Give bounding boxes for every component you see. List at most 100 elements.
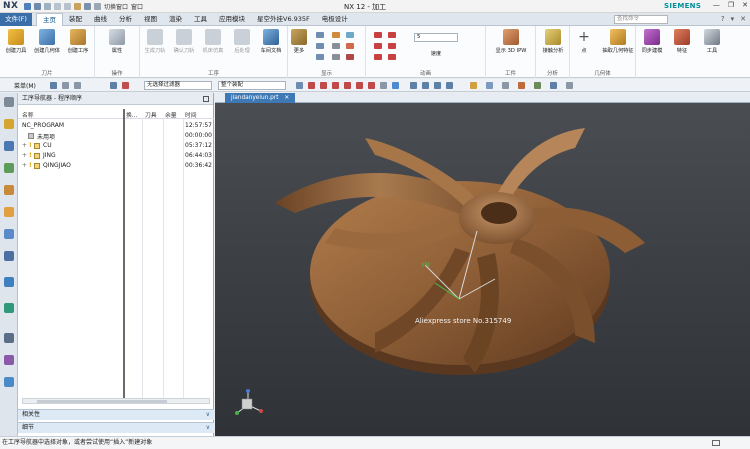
zoom-icon[interactable] — [422, 82, 429, 89]
display-resource-icon[interactable] — [332, 32, 340, 38]
column-name[interactable]: 名称 — [22, 110, 34, 119]
rotate-icon[interactable] — [434, 82, 441, 89]
machine-simulation-button[interactable]: 机床仿真 — [199, 29, 227, 54]
paste-icon[interactable] — [74, 3, 81, 10]
machine-tool-view-icon[interactable] — [4, 141, 14, 151]
repeat-command-icon[interactable] — [84, 3, 91, 10]
snap-end-icon[interactable] — [308, 82, 315, 89]
settings-gear-icon[interactable] — [4, 97, 14, 107]
display-line-icon[interactable] — [346, 54, 354, 60]
table-row-jing[interactable]: + ! JING 06:44:03 — [18, 151, 214, 161]
snap-point-icon[interactable] — [296, 82, 303, 89]
anim-next-icon[interactable] — [388, 54, 396, 60]
select-mode-icon[interactable] — [62, 82, 69, 89]
menu-dropdown[interactable]: 菜单(M) — [14, 81, 36, 90]
close-button[interactable]: ✕ — [742, 1, 748, 9]
dependencies-panel[interactable]: 相关性 ∨ — [18, 409, 214, 420]
status-window-icon[interactable] — [712, 440, 720, 446]
tab-assembly[interactable]: 装配 — [63, 13, 88, 26]
point-button[interactable]: + 点 — [570, 29, 598, 54]
shop-documentation-button[interactable]: 车间文档 — [257, 29, 285, 54]
column-tool-change[interactable]: 换... — [126, 110, 137, 119]
document-tab[interactable]: jiandanyelun.prt ✕ — [225, 93, 296, 103]
snap-intersection-icon[interactable] — [368, 82, 375, 89]
show-hide-icon[interactable] — [566, 82, 573, 89]
impeller-model[interactable]: YM — [215, 103, 750, 436]
snap-existing-icon[interactable] — [380, 82, 387, 89]
close-tab-icon[interactable]: ✕ — [284, 95, 289, 101]
generate-toolpath-button[interactable]: 生成刀轨 — [141, 29, 169, 54]
system-materials-icon[interactable] — [4, 355, 14, 365]
more-button[interactable]: 更多 — [285, 29, 313, 54]
extract-geometry-button[interactable]: 抽取几何特征 — [600, 29, 636, 54]
edge-display-icon[interactable] — [502, 82, 509, 89]
selection-scope-dropdown[interactable]: 整个装配 — [218, 81, 286, 90]
display-toolpath-icon[interactable] — [316, 32, 324, 38]
maximize-panel-icon[interactable] — [203, 96, 209, 102]
pan-icon[interactable] — [446, 82, 453, 89]
fit-icon[interactable] — [410, 82, 417, 89]
command-search-input[interactable]: 查找命令 — [614, 15, 668, 24]
history-icon[interactable] — [4, 333, 14, 343]
tab-render[interactable]: 渲染 — [163, 13, 188, 26]
tab-analysis[interactable]: 分析 — [113, 13, 138, 26]
table-row-qingjiao[interactable]: + ! QINGJIAO 00:36:42 — [18, 161, 214, 171]
column-time[interactable]: 时间 — [185, 110, 197, 119]
horizontal-scrollbar[interactable] — [22, 398, 210, 404]
ribbon-options-icon[interactable]: ▾ — [731, 15, 735, 23]
tools-button[interactable]: 工具 — [698, 29, 726, 54]
speed-dropdown[interactable]: 5 — [414, 33, 458, 42]
window-menu-button[interactable]: 窗口 — [131, 2, 143, 11]
part-navigator-icon[interactable] — [4, 207, 14, 217]
feature-button[interactable]: 特征 — [668, 29, 696, 54]
tab-tools[interactable]: 工具 — [188, 13, 213, 26]
expand-icon[interactable]: + — [22, 162, 27, 169]
assembly-navigator-icon[interactable] — [4, 229, 14, 239]
touch-mode-icon[interactable] — [94, 3, 101, 10]
snap-face-icon[interactable] — [392, 82, 399, 89]
snap-mid-icon[interactable] — [320, 82, 327, 89]
deselect-icon[interactable] — [110, 82, 117, 89]
table-row-unused[interactable]: 未用项 00:00:00 — [18, 131, 214, 141]
display-clearance-icon[interactable] — [346, 32, 354, 38]
list-icon[interactable] — [316, 54, 324, 60]
constraint-navigator-icon[interactable] — [4, 251, 14, 261]
render-style-icon[interactable] — [486, 82, 493, 89]
anim-step-back-icon[interactable] — [388, 32, 396, 38]
column-stock[interactable]: 余量 — [165, 110, 177, 119]
geometry-view-icon[interactable] — [4, 163, 14, 173]
anim-stop-icon[interactable] — [374, 43, 382, 49]
table-row-cu[interactable]: + ! CU 05:37:12 — [18, 141, 214, 151]
select-icon[interactable] — [50, 82, 57, 89]
column-tool[interactable]: 刀具 — [145, 110, 157, 119]
show-3d-ipw-button[interactable]: 显示 3D IPW — [490, 29, 532, 54]
tab-plugin[interactable]: 星空外挂V6.935F — [251, 13, 316, 26]
undo-icon[interactable] — [34, 3, 41, 10]
graphics-window[interactable]: YM Aliexpress store No.315749 — [215, 103, 750, 436]
hd3d-tools-icon[interactable] — [4, 303, 14, 313]
anim-prev-icon[interactable] — [374, 32, 382, 38]
layer-settings-icon[interactable] — [550, 82, 557, 89]
display-ipw-small-icon[interactable] — [346, 43, 354, 49]
tab-electrode-design[interactable]: 电极设计 — [316, 13, 354, 26]
view-triad[interactable] — [235, 389, 263, 415]
expand-icon[interactable]: + — [22, 152, 27, 159]
snap-center-icon[interactable] — [344, 82, 351, 89]
orient-view-icon[interactable] — [470, 82, 477, 89]
create-geometry-button[interactable]: 创建几何体 — [33, 29, 61, 54]
snap-quadrant-icon[interactable] — [356, 82, 363, 89]
tab-applications[interactable]: 应用模块 — [213, 13, 251, 26]
program-order-view-icon[interactable] — [4, 119, 14, 129]
reset-icon[interactable] — [122, 82, 129, 89]
contact-analysis-button[interactable]: 接触分析 — [539, 29, 567, 54]
scrollbar-thumb[interactable] — [37, 400, 167, 403]
anim-step-forward-icon[interactable] — [388, 43, 396, 49]
postprocess-button[interactable]: 后处理 — [228, 29, 256, 54]
help-icon[interactable]: ? — [721, 15, 725, 23]
verify-toolpath-button[interactable]: 确认刀轨 — [170, 29, 198, 54]
tab-home[interactable]: 主页 — [36, 13, 63, 26]
file-menu-button[interactable]: 文件(F) — [0, 13, 32, 26]
create-operation-button[interactable]: 创建工序 — [64, 29, 92, 54]
create-tool-button[interactable]: 创建刀具 — [2, 29, 30, 54]
redo-icon[interactable] — [44, 3, 51, 10]
